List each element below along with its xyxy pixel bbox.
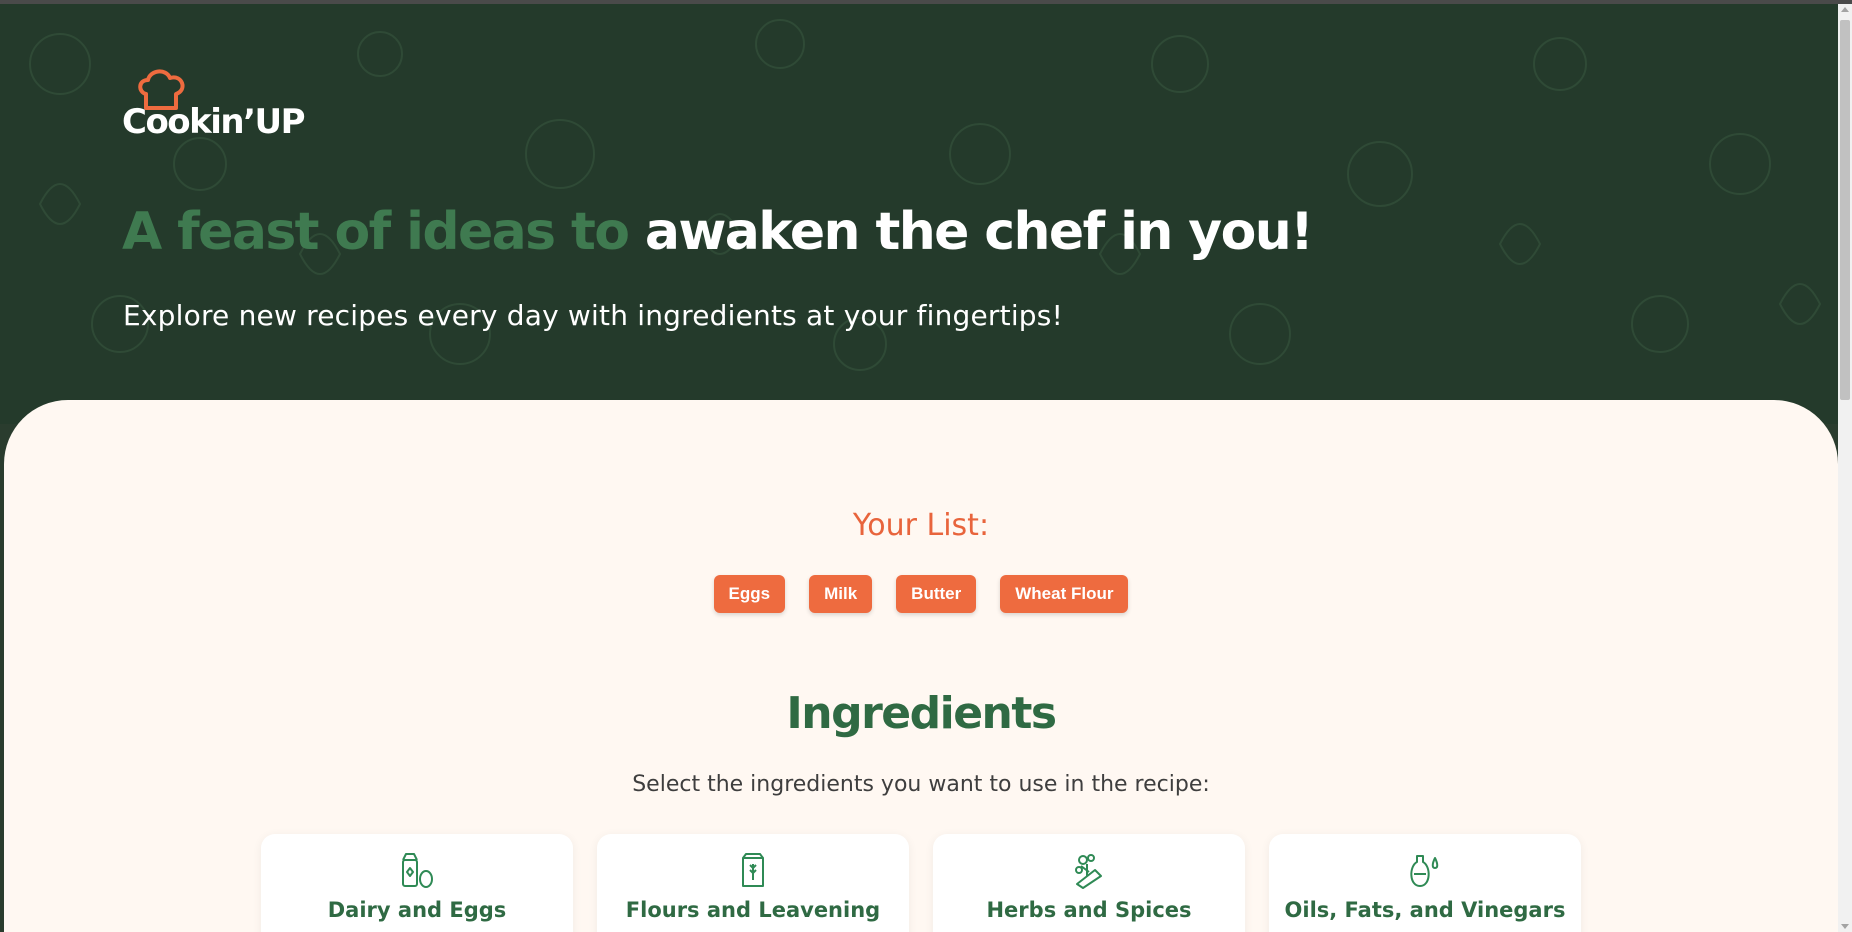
- logo[interactable]: Cookin’UP: [122, 68, 306, 148]
- category-card-herbs-and-spices[interactable]: Herbs and Spices: [933, 834, 1245, 932]
- ingredient-chip-eggs[interactable]: Eggs: [713, 575, 786, 613]
- hero-subline: Explore new recipes every day with ingre…: [123, 299, 1063, 332]
- flour-bag-icon: [742, 853, 764, 887]
- hero-headline: A feast of ideas to awaken the chef in y…: [122, 200, 1314, 264]
- category-card-flours-and-leavening[interactable]: Flours and Leavening: [597, 834, 909, 932]
- milk-carton-egg-icon: [402, 853, 433, 888]
- ingredient-chip-wheat-flour[interactable]: Wheat Flour: [1000, 575, 1129, 613]
- category-cards: Dairy and Eggs Flours and Leavening Herb…: [261, 834, 1587, 932]
- scroll-up-arrow-icon[interactable]: [1841, 7, 1849, 12]
- ingredients-subtitle: Select the ingredients you want to use i…: [632, 772, 1210, 797]
- main-content: Your List: Eggs Milk Butter Wheat Flour …: [4, 400, 1838, 932]
- category-label: Herbs and Spices: [986, 898, 1192, 922]
- category-label: Flours and Leavening: [625, 898, 881, 922]
- ingredients-title: Ingredients: [786, 688, 1057, 739]
- scrollbar-thumb[interactable]: [1840, 20, 1850, 400]
- page-scrollbar[interactable]: [1838, 4, 1852, 932]
- headline-muted-part: A feast of ideas to: [122, 202, 645, 262]
- selected-ingredients-list: Eggs Milk Butter Wheat Flour: [4, 575, 1838, 613]
- herbs-icon: [1075, 854, 1102, 889]
- hero-section: Cookin’UP A feast of ideas to awaken the…: [0, 4, 1838, 424]
- ingredient-chip-butter[interactable]: Butter: [896, 575, 977, 613]
- your-list-title: Your List:: [852, 508, 990, 543]
- category-card-oils-fats-vinegars[interactable]: Oils, Fats, and Vinegars: [1269, 834, 1581, 932]
- headline-bright-part: awaken the chef in you!: [644, 202, 1314, 262]
- category-card-dairy-and-eggs[interactable]: Dairy and Eggs: [261, 834, 573, 932]
- category-label: Dairy and Eggs: [327, 898, 507, 922]
- category-label: Oils, Fats, and Vinegars: [1284, 898, 1566, 922]
- logo-text: Cookin’UP: [122, 102, 306, 142]
- oil-bottle-icon: [1410, 855, 1439, 887]
- ingredient-chip-milk[interactable]: Milk: [809, 575, 873, 613]
- scroll-down-arrow-icon[interactable]: [1841, 924, 1849, 929]
